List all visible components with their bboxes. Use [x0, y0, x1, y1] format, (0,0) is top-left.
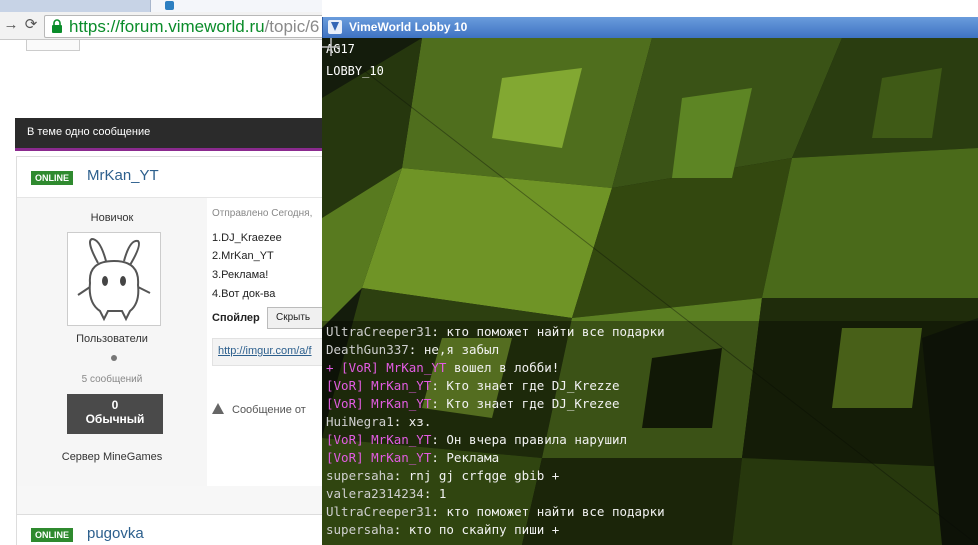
creature-avatar-icon [77, 237, 151, 322]
chat-line: [VoR] MrKan_YT: Кто знает где DJ_Krezee [326, 395, 620, 413]
topic-header-bar: В теме одно сообщение [15, 118, 322, 151]
pagination-button[interactable] [26, 40, 80, 51]
chat-line: supersaha: кто по скайпу пиши + [326, 521, 559, 539]
chat-text: : не,я забыл [408, 342, 500, 357]
chat-prefix: [VoR] MrKan_YT [326, 378, 432, 393]
chat-line: [VoR] MrKan_YT: Кто знает где DJ_Krezze [326, 377, 620, 395]
address-toolbar: → ⟳ https://forum.vimeworld.ru/topic/6 [0, 12, 322, 40]
browser-window: → ⟳ https://forum.vimeworld.ru/topic/6 В… [0, 0, 322, 545]
address-bar[interactable]: https://forum.vimeworld.ru/topic/6 [44, 15, 322, 38]
vimeworld-app-icon [328, 20, 342, 34]
crosshair-icon [322, 38, 340, 56]
warning-icon [212, 403, 224, 414]
chat-name: UltraCreeper31 [326, 504, 432, 519]
chat-line: supersaha: rnj gj crfqge gbib + [326, 467, 559, 485]
chat-text: : Кто знает где DJ_Krezee [431, 396, 620, 411]
spoiler-label: Спойлер [212, 312, 260, 324]
author-post-count: 5 сообщений [81, 374, 143, 385]
author-info: Новичок Пользователи 5 сообщений 0 Обычн… [17, 198, 207, 487]
chat-text: : кто поможет найти все подарки [431, 504, 665, 519]
chat-name: supersaha [326, 522, 394, 537]
warning-text: Сообщение от [232, 404, 306, 416]
chat-text: : Он вчера правила нарушил [431, 432, 628, 447]
post-date: Отправлено Сегодня, [212, 208, 313, 219]
chat-prefix: [VoR] MrKan_YT [326, 396, 432, 411]
lock-icon [52, 19, 62, 33]
chat-text: : Реклама [431, 450, 500, 465]
post-author-link[interactable]: pugovka [87, 525, 144, 542]
chat-prefix: + [VoR] MrKan_YT [326, 360, 447, 375]
window-title: VimeWorld Lobby 10 [349, 20, 468, 34]
game-window: VimeWorld Lobby 10 AG17 LOBBY_10 UltraCr… [322, 17, 978, 545]
chat-line: UltraCreeper31: кто поможет найти все по… [326, 323, 665, 341]
reload-icon[interactable]: ⟳ [22, 16, 40, 34]
chat-name: DeathGun337 [326, 342, 409, 357]
spoiler-hide-button[interactable]: Скрыть [267, 307, 322, 329]
chat-line: UltraCreeper31: кто поможет найти все по… [326, 503, 665, 521]
url-host: https://forum.vimeworld.ru [69, 17, 265, 36]
chat-overlay: UltraCreeper31: кто поможет найти все по… [322, 321, 978, 545]
avatar[interactable] [67, 232, 161, 326]
forum-post: ONLINE MrKan_YT Новичок Пользователи 5 с… [16, 156, 322, 488]
chat-line: valera2314234: 1 [326, 485, 446, 503]
post-line: 2.MrKan_YT [212, 250, 274, 262]
hud-line: LOBBY_10 [326, 64, 384, 78]
chat-text: вошел в лобби! [446, 360, 560, 375]
chat-name: UltraCreeper31 [326, 324, 432, 339]
chat-name: supersaha [326, 468, 394, 483]
reputation-label: Обычный [85, 412, 145, 426]
reputation-box: 0 Обычный [67, 394, 163, 434]
chat-line: [VoR] MrKan_YT: Он вчера правила нарушил [326, 431, 627, 449]
chat-text: : 1 [423, 486, 447, 501]
post-separator [16, 486, 322, 514]
warning-notice: Сообщение от [212, 403, 306, 416]
game-viewport[interactable]: AG17 LOBBY_10 UltraCreeper31: кто поможе… [322, 38, 978, 545]
post-line: 4.Вот док-ва [212, 288, 276, 300]
spoiler-content: http://imgur.com/a/f [212, 338, 322, 366]
chat-prefix: [VoR] MrKan_YT [326, 450, 432, 465]
post-header: ONLINE MrKan_YT [17, 157, 322, 198]
chat-text: : rnj gj crfqge gbib + [393, 468, 560, 483]
post-line: 3.Реклама! [212, 269, 269, 281]
server-name: MineGames [102, 451, 163, 463]
author-rank: Новичок [90, 212, 134, 224]
chat-prefix: [VoR] MrKan_YT [326, 432, 432, 447]
topic-post-count: В теме одно сообщение [27, 126, 151, 138]
post-line: 1.DJ_Kraezee [212, 232, 282, 244]
post-content: Отправлено Сегодня, 1.DJ_Kraezee 2.MrKan… [212, 198, 322, 487]
chat-text: : Кто знает где DJ_Krezze [431, 378, 620, 393]
server-label: Сервер [61, 451, 100, 463]
status-dot-icon [111, 355, 117, 361]
forward-icon[interactable]: → [2, 16, 20, 34]
author-server: Сервер MineGames [17, 451, 207, 463]
online-badge: ONLINE [31, 171, 74, 185]
url-text: https://forum.vimeworld.ru/topic/6 [69, 17, 319, 37]
post-author-link[interactable]: MrKan_YT [87, 167, 159, 184]
chat-name: HuiNegra1 [326, 414, 394, 429]
tab-strip [0, 0, 322, 12]
chat-text: : кто поможет найти все подарки [431, 324, 665, 339]
chat-name: valera2314234 [326, 486, 424, 501]
chat-text: : кто по скайпу пиши + [393, 522, 560, 537]
online-badge: ONLINE [31, 528, 74, 542]
reputation-value: 0 [111, 398, 119, 412]
forum-post-2: ONLINE pugovka [16, 514, 322, 545]
imgur-link[interactable]: http://imgur.com/a/f [218, 345, 312, 357]
browser-tab[interactable] [150, 0, 322, 12]
author-group: Пользователи [76, 333, 148, 345]
chat-line: HuiNegra1: хз. [326, 413, 431, 431]
chat-line: DeathGun337: не,я забыл [326, 341, 499, 359]
url-path: /topic/6 [264, 17, 320, 36]
chat-line: [VoR] MrKan_YT: Реклама [326, 449, 499, 467]
chat-text: : хз. [393, 414, 432, 429]
vimeworld-favicon-icon [165, 1, 174, 10]
window-titlebar[interactable]: VimeWorld Lobby 10 [322, 17, 978, 38]
chat-line: + [VoR] MrKan_YT вошел в лобби! [326, 359, 559, 377]
